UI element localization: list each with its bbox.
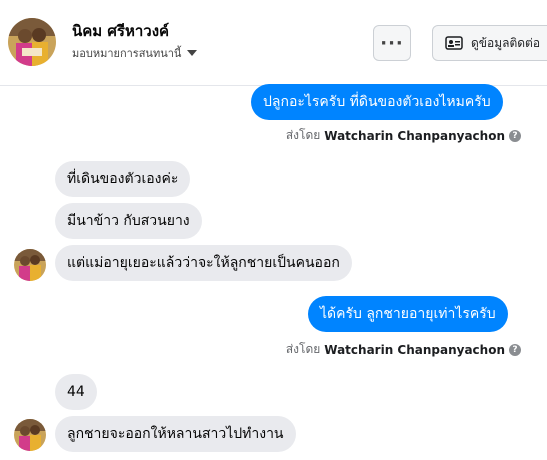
message-text: ปลูกอะไรครับ ที่ดินของตัวเองไหมครับ	[263, 94, 491, 110]
message-bubble-incoming[interactable]: ลูกชายจะออกให้หลานสาวไปทำงาน	[55, 416, 296, 452]
contact-name: นิคม ศรีหาวงค์	[72, 22, 170, 40]
message-bubble-outgoing[interactable]: ได้ครับ ลูกชายอายุเท่าไรครับ	[308, 296, 508, 332]
assign-label: มอบหมายการสนทนานี้	[72, 47, 182, 60]
message-text: ที่เดินของตัวเองค่ะ	[67, 171, 179, 187]
contact-avatar[interactable]	[8, 18, 56, 66]
contact-card-icon	[445, 36, 463, 50]
message-bubble-incoming[interactable]: ที่เดินของตัวเองค่ะ	[55, 161, 191, 197]
assign-conversation-dropdown[interactable]: มอบหมายการสนทนานี้	[72, 44, 198, 62]
message-text: ได้ครับ ลูกชายอายุเท่าไรครับ	[320, 306, 496, 322]
more-options-button[interactable]: ···	[373, 25, 411, 61]
conversation-header: นิคม ศรีหาวงค์ มอบหมายการสนทนานี้ ··· ดู…	[0, 0, 547, 86]
info-question-icon[interactable]: ?	[509, 129, 521, 142]
sender-name: Watcharin Chanpanyachon	[324, 128, 505, 143]
more-dots-icon: ···	[380, 32, 404, 54]
message-text: 44	[67, 384, 85, 400]
contact-avatar-small[interactable]	[14, 419, 46, 451]
message-bubble-incoming[interactable]: มีนาข้าว กับสวนยาง	[55, 203, 202, 239]
sent-by-prefix: ส่งโดย	[285, 128, 321, 142]
message-text: มีนาข้าว กับสวนยาง	[67, 213, 190, 229]
info-question-icon[interactable]: ?	[509, 343, 521, 356]
message-text: แต่แม่อายุเยอะแล้วว่าจะให้ลูกชายเป็นคนออ…	[67, 255, 340, 271]
view-contact-info-button[interactable]: ดูข้อมูลติดต่อ	[432, 25, 547, 61]
contact-avatar-small[interactable]	[14, 249, 46, 281]
sent-by-info: ส่งโดย Watcharin Chanpanyachon ?	[286, 126, 521, 145]
sent-by-info: ส่งโดย Watcharin Chanpanyachon ?	[286, 340, 521, 359]
message-bubble-outgoing[interactable]: ปลูกอะไรครับ ที่ดินของตัวเองไหมครับ	[251, 84, 503, 120]
message-text: ลูกชายจะออกให้หลานสาวไปทำงาน	[67, 426, 284, 442]
caret-down-icon	[187, 50, 198, 56]
sender-name: Watcharin Chanpanyachon	[324, 342, 505, 357]
message-bubble-incoming[interactable]: 44	[55, 374, 97, 410]
contact-info-label: ดูข้อมูลติดต่อ	[471, 35, 541, 50]
sent-by-prefix: ส่งโดย	[285, 342, 321, 356]
message-bubble-incoming[interactable]: แต่แม่อายุเยอะแล้วว่าจะให้ลูกชายเป็นคนออ…	[55, 245, 352, 281]
